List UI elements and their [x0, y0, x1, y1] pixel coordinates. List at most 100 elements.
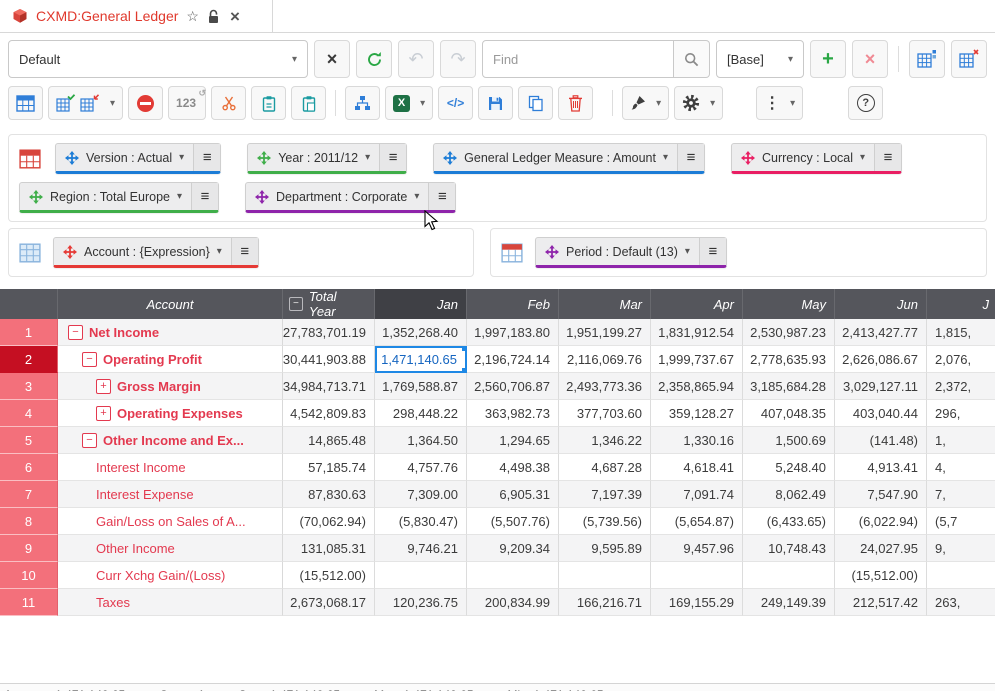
grid-cell[interactable]: 4,687.28: [559, 454, 651, 481]
grid-cell[interactable]: [927, 562, 995, 589]
grid-cell[interactable]: 4,542,809.83: [283, 400, 375, 427]
grid-cell[interactable]: 9,595.89: [559, 535, 651, 562]
grid-cell[interactable]: 2,116,069.76: [559, 346, 651, 373]
move-icon[interactable]: [741, 151, 755, 165]
grid-cell[interactable]: 296,: [927, 400, 995, 427]
grid-cell[interactable]: 298,448.22: [375, 400, 467, 427]
grid-cell[interactable]: 1,: [927, 427, 995, 454]
hierarchy-button[interactable]: [345, 86, 380, 120]
grid-cell[interactable]: 9,457.96: [651, 535, 743, 562]
grid-cell[interactable]: 1,352,268.40: [375, 319, 467, 346]
subset-editor-button[interactable]: ≡: [677, 144, 704, 171]
subset-editor-button[interactable]: ≡: [428, 183, 455, 210]
expand-icon[interactable]: +: [96, 379, 111, 394]
grid-cell[interactable]: 2,413,427.77: [835, 319, 927, 346]
account-cell[interactable]: +Operating Expenses: [58, 400, 283, 427]
subset-editor-button[interactable]: ≡: [699, 238, 726, 265]
number-format-button[interactable]: 123↺: [168, 86, 206, 120]
grid-cell[interactable]: 1,769,588.87: [375, 373, 467, 400]
subset-editor-button[interactable]: ≡: [874, 144, 901, 171]
grid-cell[interactable]: 263,: [927, 589, 995, 616]
grid-cell[interactable]: 359,128.27: [651, 400, 743, 427]
grid-cell[interactable]: (15,512.00): [283, 562, 375, 589]
row-number[interactable]: 6: [0, 454, 58, 481]
grid-cell[interactable]: (15,512.00): [835, 562, 927, 589]
account-cell[interactable]: −Net Income: [58, 319, 283, 346]
column-header[interactable]: Jan: [375, 289, 467, 319]
open-grid-button[interactable]: [909, 40, 945, 78]
grid-cell[interactable]: 1,997,183.80: [467, 319, 559, 346]
grid-cell[interactable]: 407,048.35: [743, 400, 835, 427]
grid-cell[interactable]: 7,197.39: [559, 481, 651, 508]
grid-cell[interactable]: 9,: [927, 535, 995, 562]
cut-button[interactable]: [211, 86, 246, 120]
grid-cell[interactable]: 30,441,903.88: [283, 346, 375, 373]
clear-view-button[interactable]: ×: [314, 40, 350, 78]
grid-cell[interactable]: 1,951,199.27: [559, 319, 651, 346]
collapse-icon[interactable]: −: [82, 433, 97, 448]
grid-cell[interactable]: 363,982.73: [467, 400, 559, 427]
collapse-icon[interactable]: −: [82, 352, 97, 367]
account-cell[interactable]: −Other Income and Ex...: [58, 427, 283, 454]
grid-cell[interactable]: 1,346.22: [559, 427, 651, 454]
grid-cell[interactable]: (141.48): [835, 427, 927, 454]
grid-cell[interactable]: (5,507.76): [467, 508, 559, 535]
row-number[interactable]: 5: [0, 427, 58, 454]
help-button[interactable]: ?: [848, 86, 883, 120]
grid-cell[interactable]: 200,834.99: [467, 589, 559, 616]
close-grid-button[interactable]: [951, 40, 987, 78]
unlock-icon[interactable]: [207, 9, 220, 24]
grid-cell[interactable]: 4,: [927, 454, 995, 481]
move-icon[interactable]: [257, 151, 271, 165]
grid-cell[interactable]: (6,022.94): [835, 508, 927, 535]
more-options-button[interactable]: ⋮ ▾: [756, 86, 803, 120]
search-button[interactable]: [674, 40, 710, 78]
add-subset-button[interactable]: +: [810, 40, 846, 78]
grid-cell[interactable]: 24,027.95: [835, 535, 927, 562]
dimension-chip-main[interactable]: Year : 2011/12▾: [248, 144, 379, 171]
grid-cell[interactable]: 2,778,635.93: [743, 346, 835, 373]
grid-cell[interactable]: 1,831,912.54: [651, 319, 743, 346]
redo-button[interactable]: ↷: [440, 40, 476, 78]
grid-cell[interactable]: 34,984,713.71: [283, 373, 375, 400]
collapse-icon[interactable]: −: [289, 297, 303, 311]
grid-cell[interactable]: 2,626,086.67: [835, 346, 927, 373]
grid-cell[interactable]: 131,085.31: [283, 535, 375, 562]
move-icon[interactable]: [255, 190, 269, 204]
expand-icon[interactable]: +: [96, 406, 111, 421]
grid-cell[interactable]: [559, 562, 651, 589]
grid-cell[interactable]: 2,196,724.14: [467, 346, 559, 373]
paste-button[interactable]: [251, 86, 286, 120]
grid-cell[interactable]: 5,248.40: [743, 454, 835, 481]
move-icon[interactable]: [65, 151, 79, 165]
grid-cell[interactable]: [375, 562, 467, 589]
autorecalc-options-button[interactable]: ▾: [48, 86, 123, 120]
collapse-icon[interactable]: −: [68, 325, 83, 340]
refresh-button[interactable]: [356, 40, 392, 78]
grid-cell[interactable]: 10,748.43: [743, 535, 835, 562]
row-number[interactable]: 9: [0, 535, 58, 562]
grid-cell[interactable]: 1,294.65: [467, 427, 559, 454]
grid-cell[interactable]: 169,155.29: [651, 589, 743, 616]
grid-cell[interactable]: 7,: [927, 481, 995, 508]
dimension-chip[interactable]: Region : Total Europe▾≡: [19, 182, 219, 213]
dimension-chip-main[interactable]: Period : Default (13)▾: [536, 238, 699, 265]
grid-cell[interactable]: 212,517.42: [835, 589, 927, 616]
grid-cell[interactable]: 7,309.00: [375, 481, 467, 508]
dimension-chip[interactable]: Currency : Local▾≡: [731, 143, 902, 174]
grid-cell[interactable]: 7,547.90: [835, 481, 927, 508]
grid-cell[interactable]: 9,209.34: [467, 535, 559, 562]
grid-cell[interactable]: 249,149.39: [743, 589, 835, 616]
close-tab-icon[interactable]: ×: [230, 8, 240, 25]
grid-cell[interactable]: 27,783,701.19: [283, 319, 375, 346]
grid-cell[interactable]: 4,913.41: [835, 454, 927, 481]
subset-editor-button[interactable]: ≡: [379, 144, 406, 171]
account-cell[interactable]: Curr Xchg Gain/(Loss): [58, 562, 283, 589]
row-number[interactable]: 2: [0, 346, 58, 373]
grid-cell[interactable]: 166,216.71: [559, 589, 651, 616]
grid-cell[interactable]: 2,358,865.94: [651, 373, 743, 400]
row-number[interactable]: 1: [0, 319, 58, 346]
format-painter-button[interactable]: ▾: [622, 86, 669, 120]
settings-button[interactable]: ▾: [674, 86, 723, 120]
grid-cell[interactable]: 14,865.48: [283, 427, 375, 454]
